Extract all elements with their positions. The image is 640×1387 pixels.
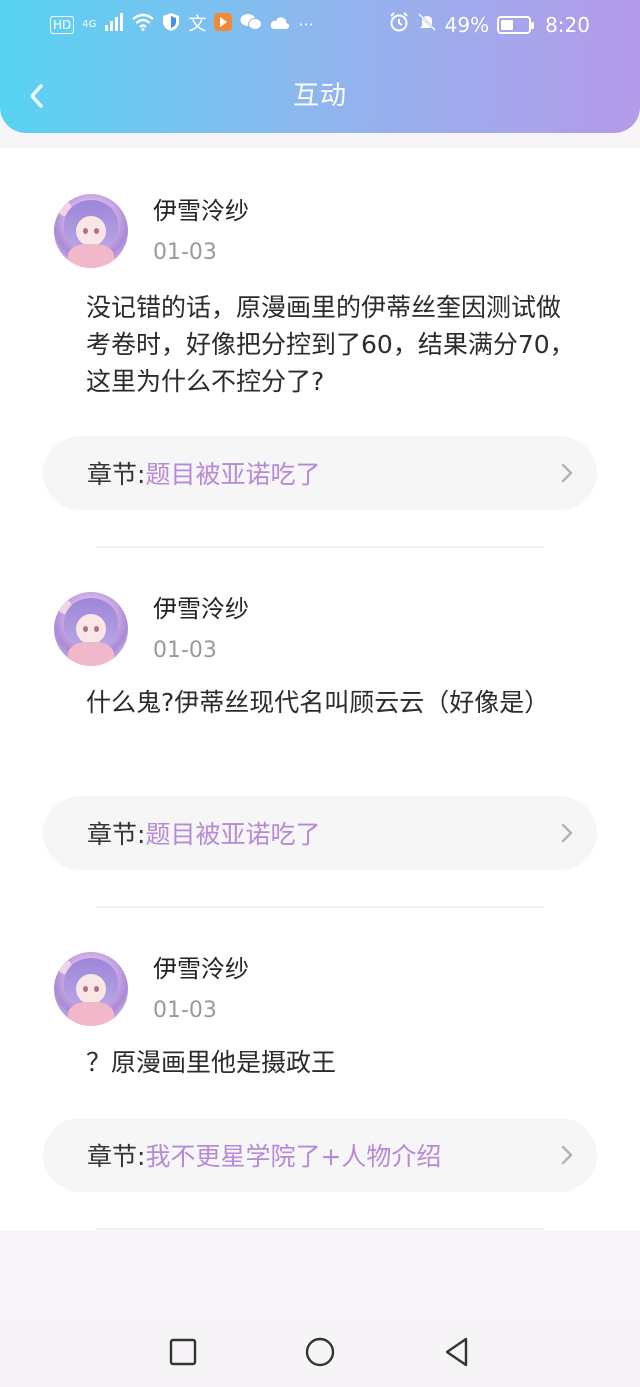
- signal-icon: [104, 13, 124, 37]
- circle-icon: [305, 1337, 335, 1367]
- square-icon: [169, 1338, 197, 1366]
- chapter-title: 题目被亚诺吃了: [145, 820, 321, 849]
- comment-username[interactable]: 伊雪泠纱: [153, 196, 249, 226]
- more-icon: ···: [298, 15, 314, 34]
- comment-username[interactable]: 伊雪泠纱: [153, 594, 249, 624]
- chapter-prefix: 章节:: [87, 1142, 146, 1171]
- avatar[interactable]: [54, 592, 128, 666]
- chapter-title: 我不更星学院了+人物介绍: [145, 1142, 442, 1171]
- comment-date: 01-03: [153, 998, 217, 1023]
- divider: [96, 1228, 544, 1230]
- hd-icon: HD: [50, 16, 75, 34]
- wechat-icon: [240, 13, 263, 37]
- system-nav-bar: [0, 1315, 640, 1387]
- avatar[interactable]: [54, 194, 128, 268]
- header-bar: HD 4G 文 ··· 49% 8:20 互动: [0, 0, 640, 133]
- chapter-link[interactable]: 章节: 题目被亚诺吃了: [43, 436, 597, 510]
- app-icon: [214, 13, 233, 37]
- comment-text: 什么鬼?伊蒂丝现代名叫顾云云（好像是）: [86, 688, 550, 717]
- status-left-icons: HD 4G 文 ···: [50, 12, 314, 38]
- comment-text: ？原漫画里他是摄政王: [86, 1048, 337, 1077]
- comment-text: 没记错的话，原漫画里的伊蒂丝奎因测试做考卷时，好像把分控到了60，结果满分70，…: [86, 293, 575, 396]
- network-4g-icon: 4G: [82, 19, 97, 30]
- page-title: 互动: [292, 81, 347, 111]
- chapter-title: 题目被亚诺吃了: [145, 460, 321, 489]
- comment-date: 01-03: [153, 240, 217, 265]
- chapter-link[interactable]: 章节: 我不更星学院了+人物介绍: [43, 1118, 597, 1192]
- alarm-icon: [389, 12, 409, 38]
- comment-username[interactable]: 伊雪泠纱: [153, 954, 249, 984]
- translate-icon: 文: [188, 14, 207, 35]
- battery-icon: [497, 16, 535, 34]
- comment-list[interactable]: 伊雪泠纱 01-03 没记错的话，原漫画里的伊蒂丝奎因测试做考卷时，好像把分控到…: [0, 148, 640, 1230]
- comment-date: 01-03: [153, 638, 217, 663]
- chevron-right-icon: [561, 823, 573, 843]
- chevron-right-icon: [561, 1145, 573, 1165]
- clock-time: 8:20: [545, 13, 590, 37]
- recent-apps-button[interactable]: [166, 1335, 200, 1369]
- triangle-back-icon: [445, 1337, 468, 1367]
- status-bar: HD 4G 文 ··· 49% 8:20: [0, 0, 640, 48]
- chevron-right-icon: [561, 463, 573, 483]
- status-right-icons: 49% 8:20: [389, 12, 590, 38]
- divider: [96, 546, 544, 548]
- chapter-prefix: 章节:: [87, 460, 146, 489]
- divider: [96, 906, 544, 908]
- wifi-icon: [132, 13, 155, 37]
- back-nav-button[interactable]: [440, 1335, 474, 1369]
- battery-percent: 49%: [444, 13, 490, 37]
- shield-icon: [162, 12, 180, 38]
- home-button[interactable]: [303, 1335, 337, 1369]
- cloud-icon: [270, 14, 290, 36]
- mute-bell-icon: [417, 12, 437, 38]
- chapter-prefix: 章节:: [87, 820, 146, 849]
- avatar[interactable]: [54, 952, 128, 1026]
- chapter-link[interactable]: 章节: 题目被亚诺吃了: [43, 796, 597, 870]
